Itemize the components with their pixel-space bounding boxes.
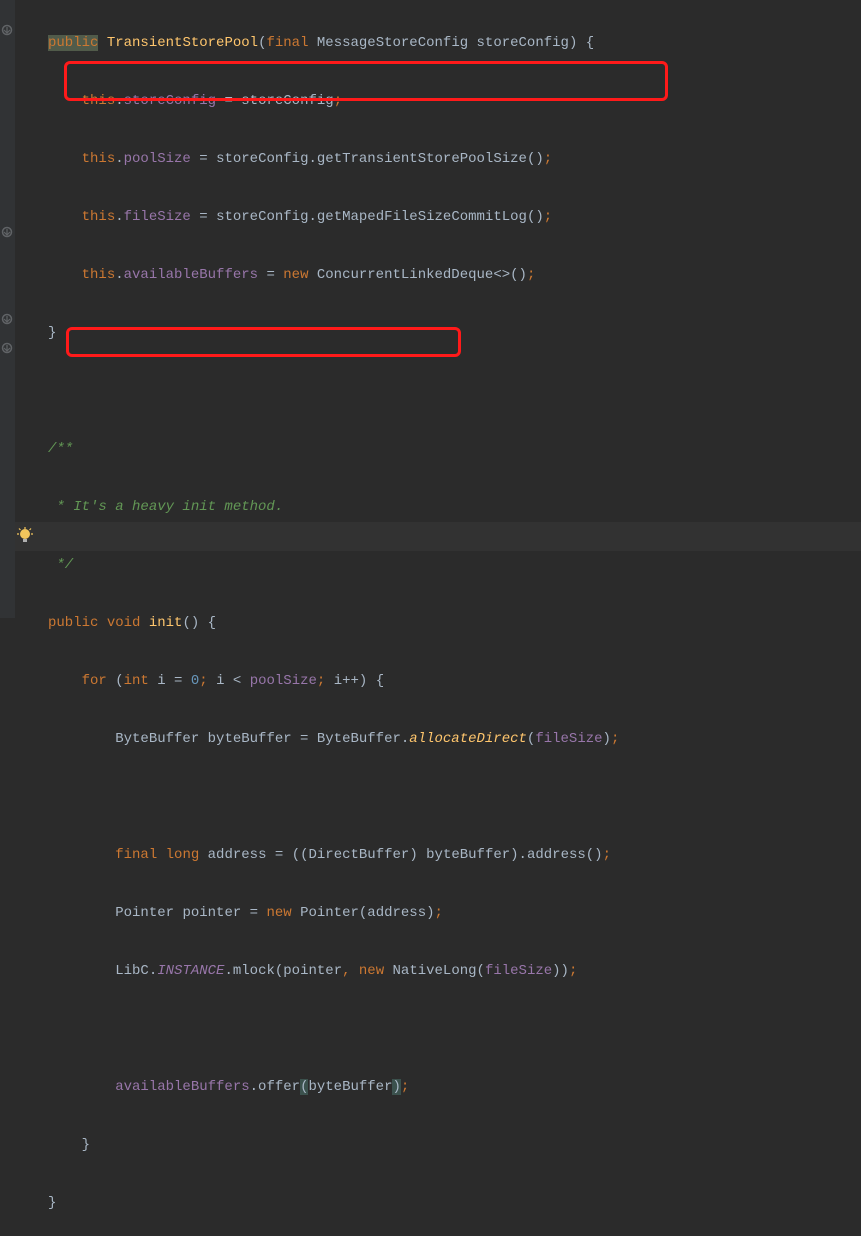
override-gutter-icon[interactable] xyxy=(1,226,13,238)
override-gutter-icon[interactable] xyxy=(1,24,13,36)
override-gutter-icon[interactable] xyxy=(1,313,13,325)
code-line[interactable]: } xyxy=(15,1131,861,1160)
code-line[interactable]: this.availableBuffers = new ConcurrentLi… xyxy=(15,261,861,290)
code-line[interactable]: ByteBuffer byteBuffer = ByteBuffer.alloc… xyxy=(15,725,861,754)
code-line[interactable]: Pointer pointer = new Pointer(address); xyxy=(15,899,861,928)
code-line[interactable] xyxy=(15,1015,861,1044)
code-line[interactable]: } xyxy=(15,1189,861,1218)
code-line[interactable]: public TransientStorePool(final MessageS… xyxy=(15,29,861,58)
code-line[interactable]: for (int i = 0; i < poolSize; i++) { xyxy=(15,667,861,696)
code-line[interactable] xyxy=(15,377,861,406)
code-line[interactable]: LibC.INSTANCE.mlock(pointer, new NativeL… xyxy=(15,957,861,986)
code-line[interactable]: final long address = ((DirectBuffer) byt… xyxy=(15,841,861,870)
intention-bulb-icon[interactable] xyxy=(16,527,34,545)
code-line[interactable]: /** xyxy=(15,435,861,464)
code-editor[interactable]: public TransientStorePool(final MessageS… xyxy=(15,0,861,1236)
code-line[interactable]: availableBuffers.offer(byteBuffer); xyxy=(15,1073,861,1102)
code-line[interactable]: } xyxy=(15,319,861,348)
editor-gutter xyxy=(0,0,15,618)
code-line[interactable]: this.storeConfig = storeConfig; xyxy=(15,87,861,116)
code-line[interactable]: this.poolSize = storeConfig.getTransient… xyxy=(15,145,861,174)
code-line[interactable]: this.fileSize = storeConfig.getMapedFile… xyxy=(15,203,861,232)
code-line[interactable]: * It's a heavy init method. xyxy=(15,493,861,522)
code-line[interactable] xyxy=(15,783,861,812)
override-gutter-icon[interactable] xyxy=(1,342,13,354)
code-line[interactable]: public void init() { xyxy=(15,609,861,638)
code-line[interactable]: */ xyxy=(15,551,861,580)
